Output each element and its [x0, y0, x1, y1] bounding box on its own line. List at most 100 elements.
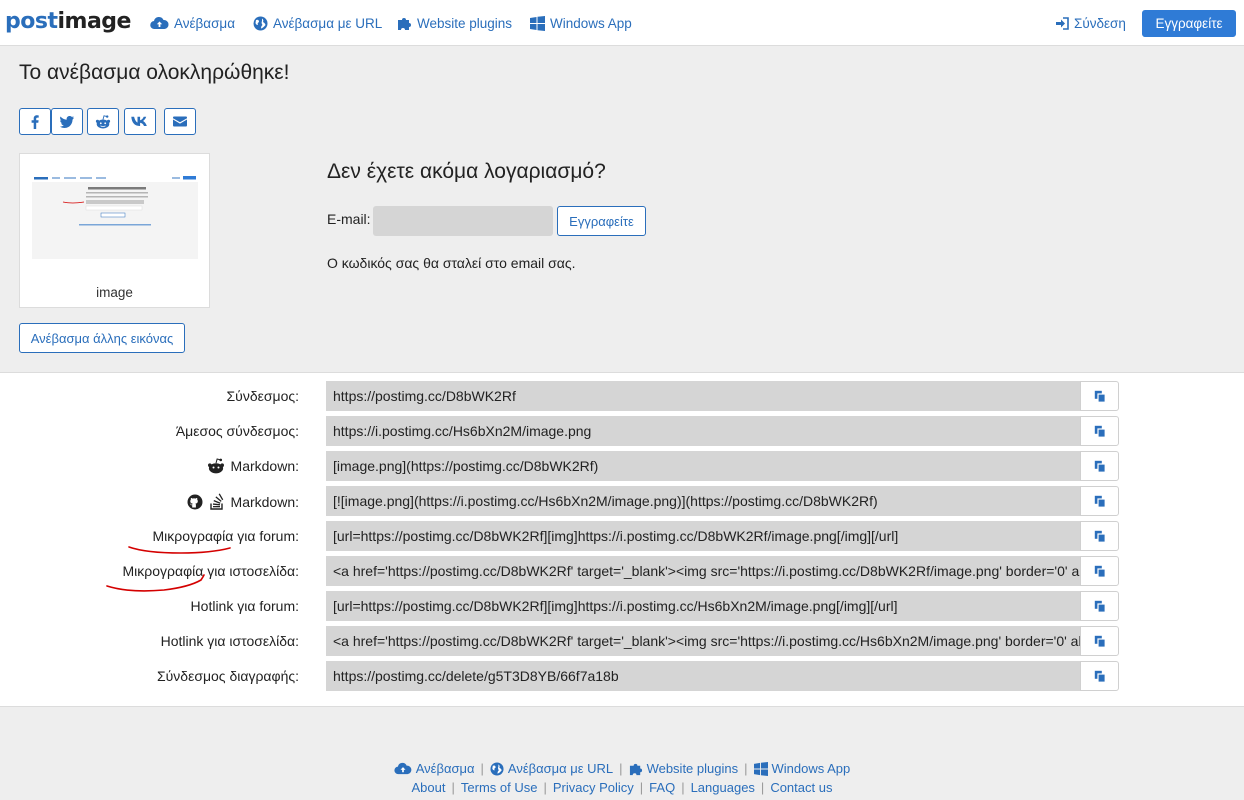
share-email-button[interactable] [164, 108, 196, 135]
account-signup-button[interactable]: Εγγραφείτε [557, 206, 646, 236]
footer-separator: | [619, 761, 623, 776]
nav-upload-url[interactable]: Ανέβασμα με URL [253, 14, 382, 32]
copy-icon [1094, 460, 1106, 473]
footer-about-link[interactable]: About [412, 780, 446, 795]
windows-icon [530, 15, 545, 31]
link-row-label: Σύνδεσμος: [227, 388, 299, 404]
reddit-icon [207, 458, 224, 474]
link-label-text: Markdown: [230, 458, 299, 474]
copy-icon [1094, 390, 1106, 403]
footer-languages-link[interactable]: Languages [691, 780, 755, 795]
reddit-icon [95, 114, 111, 128]
footer-website-plugins-label: Website plugins [646, 761, 739, 776]
nav-website-plugins-label: Website plugins [417, 15, 513, 31]
footer-windows-app-label: Windows App [771, 761, 851, 776]
link-row-label: Μικρογραφία για forum: [152, 528, 299, 544]
link-field[interactable]: [url=https://postimg.cc/D8bWK2Rf][img]ht… [326, 591, 1080, 621]
footer-separator: | [451, 780, 455, 795]
link-label-text: Σύνδεσμος διαγραφής: [156, 668, 299, 684]
share-twitter-button[interactable] [51, 108, 83, 135]
cloud-upload-icon [394, 762, 412, 775]
copy-icon [1094, 425, 1106, 438]
link-field[interactable]: <a href='https://postimg.cc/D8bWK2Rf' ta… [326, 626, 1080, 656]
footer-faq-link[interactable]: FAQ [649, 780, 675, 795]
login-link[interactable]: Σύνδεση [1056, 14, 1126, 32]
link-row: Άμεσος σύνδεσμος: https://i.postimg.cc/H… [0, 416, 1244, 446]
footer-terms-link[interactable]: Terms of Use [461, 780, 538, 795]
footer-upload-label: Ανέβασμα [415, 761, 475, 776]
email-input[interactable] [373, 206, 553, 236]
link-row-label: Hotlink για ιστοσελίδα: [161, 633, 299, 649]
link-field[interactable]: <a href='https://postimg.cc/D8bWK2Rf' ta… [326, 556, 1080, 586]
link-field[interactable]: [![image.png](https://i.postimg.cc/Hs6bX… [326, 486, 1080, 516]
footer-upload-url-label: Ανέβασμα με URL [507, 761, 614, 776]
footer-website-plugins-link[interactable]: Website plugins [629, 761, 739, 776]
nav-windows-app[interactable]: Windows App [530, 14, 632, 32]
link-row: Σύνδεσμος διαγραφής: https://postimg.cc/… [0, 661, 1244, 691]
footer-links-primary: Ανέβασμα | Ανέβασμα με URL | Website plu… [0, 761, 1244, 776]
link-row: Markdown: [![image.png](https://i.postim… [0, 486, 1244, 516]
nav-upload[interactable]: Ανέβασμα [150, 14, 235, 32]
footer-separator: | [480, 761, 484, 776]
brand-logo-part2: image [57, 9, 131, 34]
copy-icon [1094, 670, 1106, 683]
upload-another-button[interactable]: Ανέβασμα άλλης εικόνας [19, 323, 185, 353]
link-row: Μικρογραφία για forum: [url=https://post… [0, 521, 1244, 551]
copy-icon [1094, 495, 1106, 508]
copy-button[interactable] [1080, 381, 1119, 411]
email-label: E-mail: [327, 211, 371, 227]
link-label-text: Μικρογραφία για ιστοσελίδα: [122, 563, 299, 579]
footer-links-secondary: About | Terms of Use | Privacy Policy | … [0, 780, 1244, 795]
footer-separator: | [543, 780, 547, 795]
link-field[interactable]: [image.png](https://postimg.cc/D8bWK2Rf) [326, 451, 1080, 481]
copy-button[interactable] [1080, 626, 1119, 656]
stackoverflow-icon [209, 493, 223, 510]
copy-button[interactable] [1080, 486, 1119, 516]
copy-icon [1094, 565, 1106, 578]
copy-button[interactable] [1080, 451, 1119, 481]
thumbnail-image[interactable] [32, 164, 198, 259]
link-row: Hotlink για forum: [url=https://postimg.… [0, 591, 1244, 621]
footer-upload-url-link[interactable]: Ανέβασμα με URL [490, 761, 613, 776]
footer-privacy-link[interactable]: Privacy Policy [553, 780, 634, 795]
copy-button[interactable] [1080, 416, 1119, 446]
footer-windows-app-link[interactable]: Windows App [753, 761, 851, 776]
share-vk-button[interactable] [124, 108, 156, 135]
footer-separator: | [760, 780, 765, 795]
brand-logo[interactable]: postimage [5, 10, 131, 34]
page-title: Το ανέβασμα ολοκληρώθηκε! [19, 61, 290, 84]
windows-icon [753, 761, 768, 776]
link-row: Σύνδεσμος: https://postimg.cc/D8bWK2Rf [0, 381, 1244, 411]
footer-upload-link[interactable]: Ανέβασμα [394, 761, 475, 776]
link-label-text: Άμεσος σύνδεσμος: [175, 423, 299, 439]
globe-icon [490, 761, 504, 776]
nav-upload-url-label: Ανέβασμα με URL [273, 15, 383, 31]
links-section: Σύνδεσμος: https://postimg.cc/D8bWK2Rf Ά… [0, 372, 1244, 707]
copy-button[interactable] [1080, 521, 1119, 551]
copy-button[interactable] [1080, 556, 1119, 586]
link-field[interactable]: [url=https://postimg.cc/D8bWK2Rf][img]ht… [326, 521, 1080, 551]
email-icon [173, 116, 187, 127]
brand-logo-part1: post [5, 9, 58, 34]
copy-button[interactable] [1080, 591, 1119, 621]
link-field[interactable]: https://i.postimg.cc/Hs6bXn2M/image.png [326, 416, 1080, 446]
link-row: Μικρογραφία για ιστοσελίδα: <a href='htt… [0, 556, 1244, 586]
facebook-icon [31, 114, 39, 129]
sign-in-icon [1056, 16, 1069, 30]
nav-website-plugins[interactable]: Website plugins [397, 14, 512, 32]
link-row-label: Άμεσος σύνδεσμος: [176, 423, 299, 439]
link-label-text: Markdown: [230, 493, 299, 510]
globe-icon [253, 16, 268, 30]
footer-contact-link[interactable]: Contact us [770, 780, 832, 795]
signup-button[interactable]: Εγγραφείτε [1142, 10, 1236, 37]
github-icon [187, 494, 203, 509]
link-field[interactable]: https://postimg.cc/delete/g5T3D8YB/66f7a… [326, 661, 1080, 691]
copy-button[interactable] [1080, 661, 1119, 691]
link-label-text: Μικρογραφία για forum: [152, 528, 299, 544]
share-facebook-button[interactable] [19, 108, 51, 135]
share-reddit-button[interactable] [87, 108, 119, 135]
thumbnail-card[interactable]: image [19, 153, 210, 308]
link-field[interactable]: https://postimg.cc/D8bWK2Rf [326, 381, 1080, 411]
footer-separator: | [681, 780, 685, 795]
vk-icon [131, 116, 147, 126]
